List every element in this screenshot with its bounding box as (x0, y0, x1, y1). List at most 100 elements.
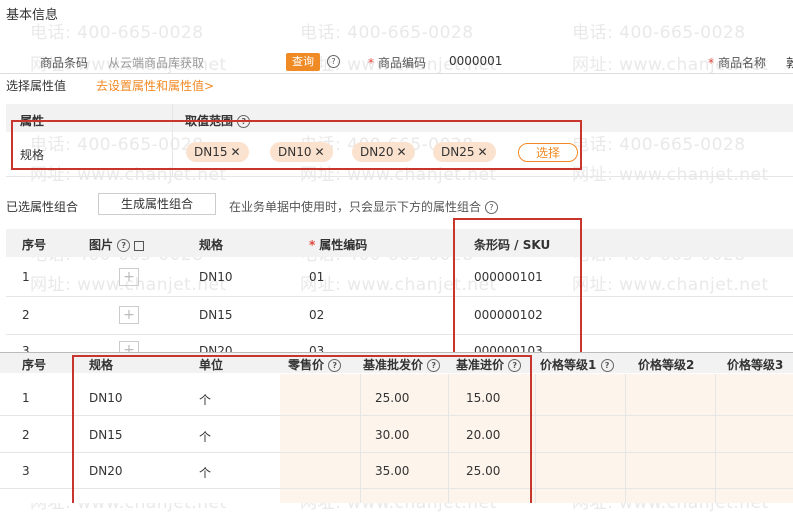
close-icon[interactable]: ✕ (397, 145, 407, 159)
divider (360, 374, 361, 503)
sku-col-barcode: 条形码 / SKU (474, 238, 551, 252)
row-wholesale-price[interactable]: 25.00 (375, 391, 409, 405)
value-tag-label: DN25 (441, 145, 475, 159)
generate-combo-button[interactable]: 生成属性组合 (98, 193, 216, 215)
help-icon[interactable]: ? (237, 115, 251, 128)
price-cells-bg (280, 374, 793, 503)
value-tag[interactable]: DN20 ✕ (352, 142, 415, 162)
value-tag-label: DN10 (278, 145, 312, 159)
price-col-purchase: 基准进价 ? (456, 356, 522, 373)
price-col-level2: 价格等级2 (638, 358, 695, 372)
attr-select-label: 选择属性值 (6, 79, 67, 93)
attr-settings-link[interactable]: 去设置属性和属性值> (96, 77, 214, 94)
sku-col-image-text: 图片 (89, 238, 114, 252)
watermark-site: 网址: www.chanjet.net (300, 165, 497, 185)
row-spec: DN10 (89, 391, 123, 405)
attr-col-header: 属性 (20, 114, 45, 128)
divider (172, 104, 173, 176)
image-gallery-icon[interactable] (134, 240, 145, 251)
row-wholesale-price[interactable]: 30.00 (375, 428, 409, 442)
combo-note-text: 在业务单据中使用时，只会显示下方的属性组合 (229, 200, 482, 214)
name-label-text: 商品名称 (718, 56, 767, 70)
required-marker: * (708, 56, 714, 70)
row-wholesale-price[interactable]: 35.00 (375, 464, 409, 478)
help-icon[interactable]: ? (484, 201, 498, 214)
divider (0, 452, 793, 453)
divider (0, 73, 793, 74)
row-attr-code[interactable]: 01 (309, 270, 324, 284)
row-no: 2 (22, 308, 30, 322)
divider (0, 488, 793, 489)
sku-col-spec: 规格 (199, 238, 224, 252)
value-tag-label: DN20 (360, 145, 394, 159)
sku-col-code-text: 属性编码 (319, 238, 368, 252)
row-unit[interactable]: 个 (199, 428, 211, 445)
name-input[interactable]: 敦 (786, 54, 793, 71)
divider (448, 374, 449, 503)
query-button[interactable]: 查询 (286, 53, 320, 71)
watermark-site: 网址: www.chanjet.net (300, 275, 497, 295)
price-col-retail-text: 零售价 (288, 358, 325, 372)
watermark-site: 网址: www.chanjet.net (572, 165, 769, 185)
row-no: 1 (22, 391, 30, 405)
row-unit[interactable]: 个 (199, 391, 211, 408)
divider (625, 374, 626, 503)
close-icon[interactable]: ✕ (315, 145, 325, 159)
price-col-level1: 价格等级1 ? (540, 356, 614, 373)
value-tag[interactable]: DN15 ✕ (186, 142, 249, 162)
row-spec: DN15 (199, 308, 233, 322)
row-purchase-price[interactable]: 20.00 (466, 428, 500, 442)
watermark-site: 网址: www.chanjet.net (572, 275, 769, 295)
price-col-wholesale-text: 基准批发价 (363, 358, 424, 372)
range-col-header-text: 取值范围 (185, 114, 234, 128)
watermark-phone: 电话: 400-665-0028 (300, 23, 474, 43)
add-image-icon[interactable]: + (119, 306, 139, 324)
name-label: * 商品名称 (708, 54, 766, 71)
value-tag[interactable]: DN25 ✕ (433, 142, 496, 162)
watermark-phone: 电话: 400-665-0028 (572, 135, 746, 155)
divider (715, 374, 716, 503)
close-icon[interactable]: ✕ (231, 145, 241, 159)
attr-row-name: 规格 (20, 148, 45, 162)
select-button[interactable]: 选择 (518, 143, 578, 162)
required-marker: * (309, 238, 316, 252)
row-no: 1 (22, 270, 30, 284)
code-label-text: 商品编码 (378, 56, 427, 70)
code-input[interactable]: 0000001 (449, 54, 502, 68)
price-col-retail: 零售价 ? (288, 356, 342, 373)
help-icon[interactable]: ? (117, 239, 131, 252)
add-image-icon[interactable]: + (119, 268, 139, 286)
help-icon[interactable]: ? (328, 359, 342, 372)
row-spec: DN15 (89, 428, 123, 442)
sku-col-image: 图片 ? (89, 236, 145, 253)
help-icon[interactable]: ? (427, 359, 441, 372)
combo-label: 已选属性组合 (6, 200, 79, 214)
price-col-purchase-text: 基准进价 (456, 358, 505, 372)
row-purchase-price[interactable]: 15.00 (466, 391, 500, 405)
help-icon[interactable]: ? (508, 359, 522, 372)
sku-col-code: * 属性编码 (309, 236, 367, 253)
watermark-phone: 电话: 400-665-0028 (572, 23, 746, 43)
sku-col-no: 序号 (22, 238, 47, 252)
divider (6, 296, 793, 297)
close-icon[interactable]: ✕ (478, 145, 488, 159)
row-purchase-price[interactable]: 25.00 (466, 464, 500, 478)
row-attr-code[interactable]: 02 (309, 308, 324, 322)
barcode-input[interactable]: 从云端商品库获取 (108, 54, 204, 71)
row-no: 2 (22, 428, 30, 442)
section-title: 基本信息 (6, 8, 59, 23)
price-col-unit: 单位 (199, 358, 224, 372)
value-tag[interactable]: DN10 ✕ (270, 142, 333, 162)
divider (0, 415, 793, 416)
watermark-site: 网址: www.chanjet.net (30, 165, 227, 185)
value-tag-label: DN15 (194, 145, 228, 159)
row-barcode[interactable]: 000000101 (474, 270, 543, 284)
row-barcode[interactable]: 000000102 (474, 308, 543, 322)
help-icon[interactable]: ? (600, 359, 614, 372)
divider (535, 374, 536, 503)
attr-table-header (6, 104, 793, 132)
row-no: 3 (22, 464, 30, 478)
row-spec: DN10 (199, 270, 233, 284)
row-unit[interactable]: 个 (199, 464, 211, 481)
help-icon[interactable]: ? (327, 55, 340, 68)
